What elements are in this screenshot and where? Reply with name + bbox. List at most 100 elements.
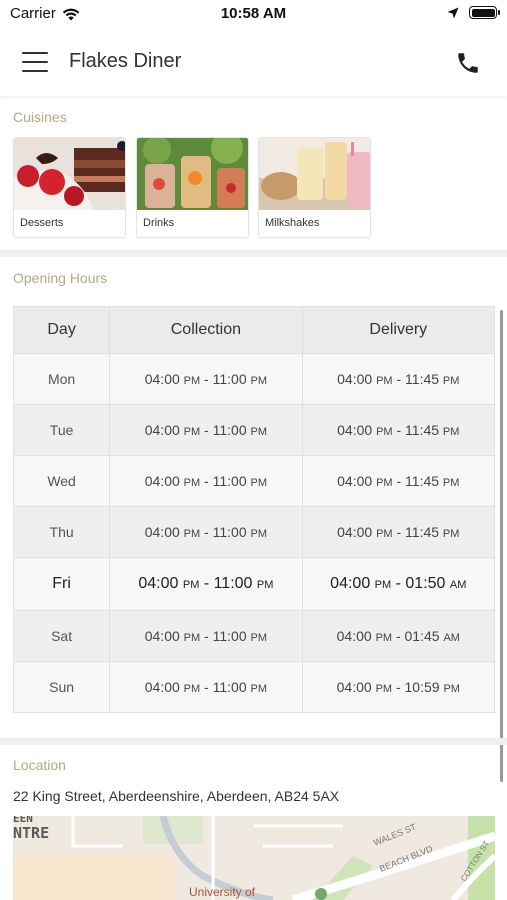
time-separator: - (392, 524, 406, 540)
ampm-label: PM (250, 426, 268, 438)
cuisines-section: Cuisines Desserts Drinks Milkshakes (0, 96, 507, 250)
desserts-image (14, 138, 125, 210)
table-row: Mon 04:00 PM - 11:00 PM 04:00 PM - 11:45 P… (12, 353, 496, 405)
time-value: 04:00 (330, 575, 371, 592)
delivery-hours-cell: 04:00 PM - 11:45 PM (301, 404, 496, 456)
drinks-image (137, 138, 248, 210)
delivery-hours-cell: 04:00 PM - 11:45 PM (301, 455, 496, 507)
main-content: Cuisines Desserts Drinks Milkshakes Open… (0, 96, 507, 900)
location-arrow-icon (447, 7, 459, 18)
time-value: 04:00 (337, 524, 373, 540)
cuisine-card-drinks[interactable]: Drinks (136, 137, 249, 238)
time-value: 04:00 (144, 628, 180, 644)
table-row: Fri 04:00 PM - 11:00 PM 04:00 PM - 01:50 A… (12, 557, 496, 611)
ampm-label: PM (376, 528, 393, 540)
time-value: 11:00 (212, 473, 247, 489)
ampm-label: PM (374, 579, 392, 591)
time-value: 04:00 (144, 422, 180, 438)
ampm-label: PM (376, 477, 393, 489)
scrollbar[interactable] (500, 310, 503, 782)
table-row: Thu 04:00 PM - 11:00 PM 04:00 PM - 11:45 P… (12, 506, 496, 558)
time-separator: - (392, 422, 406, 438)
svg-text:NTRE: NTRE (13, 824, 49, 842)
collection-hours-cell: 04:00 PM - 11:00 PM (109, 455, 303, 507)
time-separator: - (200, 371, 213, 387)
delivery-hours-cell: 04:00 PM - 01:45 AM (301, 610, 496, 662)
collection-hours-cell: 04:00 PM - 11:00 PM (109, 404, 303, 456)
ampm-label: PM (443, 683, 460, 695)
time-value: 11:45 (405, 473, 440, 489)
milkshakes-image (259, 138, 370, 210)
location-map[interactable]: EEN NTRE WALES ST BEACH BLVD COTTON ST U… (13, 816, 495, 900)
time-value: 04:00 (144, 371, 180, 387)
time-value: 04:00 (144, 524, 180, 540)
hamburger-menu-icon[interactable] (22, 52, 48, 72)
app-header: Flakes Diner (0, 28, 507, 96)
ampm-label: PM (250, 683, 268, 695)
time-separator: - (392, 473, 406, 489)
delivery-hours-cell: 04:00 PM - 11:45 PM (301, 353, 496, 405)
cuisine-card-milkshakes[interactable]: Milkshakes (258, 137, 371, 238)
time-separator: - (392, 628, 405, 644)
day-cell: Mon (12, 353, 111, 405)
time-value: 11:00 (212, 524, 247, 540)
day-cell: Thu (12, 506, 111, 558)
ampm-label: AM (449, 579, 467, 591)
time-value: 04:00 (138, 575, 179, 592)
delivery-hours-cell: 04:00 PM - 10:59 PM (301, 661, 496, 713)
delivery-hours-cell: 04:00 PM - 11:45 PM (301, 506, 496, 558)
ampm-label: PM (442, 426, 460, 438)
ampm-label: PM (250, 632, 268, 644)
cuisine-card-desserts[interactable]: Desserts (13, 137, 126, 238)
time-value: 11:00 (213, 575, 253, 592)
status-time: 10:58 AM (220, 5, 287, 22)
day-cell: Sat (12, 610, 111, 662)
day-cell: Fri (12, 557, 111, 611)
day-cell: Sun (12, 661, 111, 713)
ampm-label: PM (376, 375, 393, 387)
time-value: 01:50 (405, 575, 446, 592)
collection-hours-cell: 04:00 PM - 11:00 PM (109, 557, 303, 611)
section-divider (0, 738, 507, 745)
day-cell: Tue (12, 404, 111, 456)
status-bar: Carrier 10:58 AM (0, 0, 507, 28)
time-value: 04:00 (337, 371, 373, 387)
column-header-day: Day (12, 306, 111, 354)
time-value: 11:45 (405, 422, 440, 438)
time-value: 04:00 (336, 679, 372, 695)
time-value: 04:00 (336, 628, 372, 644)
time-value: 11:45 (405, 524, 440, 540)
collection-hours-cell: 04:00 PM - 11:00 PM (109, 661, 303, 713)
ampm-label: PM (250, 375, 268, 387)
day-cell: Wed (12, 455, 111, 507)
time-value: 04:00 (337, 422, 373, 438)
ampm-label: PM (442, 375, 460, 387)
ampm-label: PM (375, 632, 393, 644)
collection-hours-cell: 04:00 PM - 11:00 PM (109, 353, 303, 405)
ampm-label: PM (442, 477, 460, 489)
table-row: Sun 04:00 PM - 11:00 PM 04:00 PM - 10:59 P… (12, 661, 496, 713)
phone-icon[interactable] (455, 50, 481, 76)
time-separator: - (391, 575, 406, 592)
ampm-label: PM (250, 477, 268, 489)
ampm-label: PM (256, 579, 274, 591)
time-separator: - (200, 422, 213, 438)
ampm-label: PM (183, 683, 201, 695)
time-separator: - (200, 679, 213, 695)
ampm-label: PM (376, 426, 393, 438)
ampm-label: PM (182, 579, 200, 591)
cuisine-label: Drinks (143, 217, 175, 229)
time-separator: - (392, 679, 405, 695)
table-header-row: Day Collection Delivery (12, 306, 496, 354)
battery-icon (469, 6, 500, 19)
time-value: 11:00 (212, 371, 247, 387)
time-value: 04:00 (144, 679, 180, 695)
delivery-hours-cell: 04:00 PM - 01:50 AM (301, 557, 496, 611)
table-row: Wed 04:00 PM - 11:00 PM 04:00 PM - 11:45 P… (12, 455, 496, 507)
ampm-label: PM (375, 683, 393, 695)
opening-hours-table: Day Collection Delivery Mon 04:00 PM - 11… (12, 306, 496, 713)
ampm-label: PM (183, 528, 201, 540)
time-separator: - (199, 575, 214, 592)
ampm-label: AM (443, 632, 460, 644)
time-value: 11:00 (212, 628, 247, 644)
